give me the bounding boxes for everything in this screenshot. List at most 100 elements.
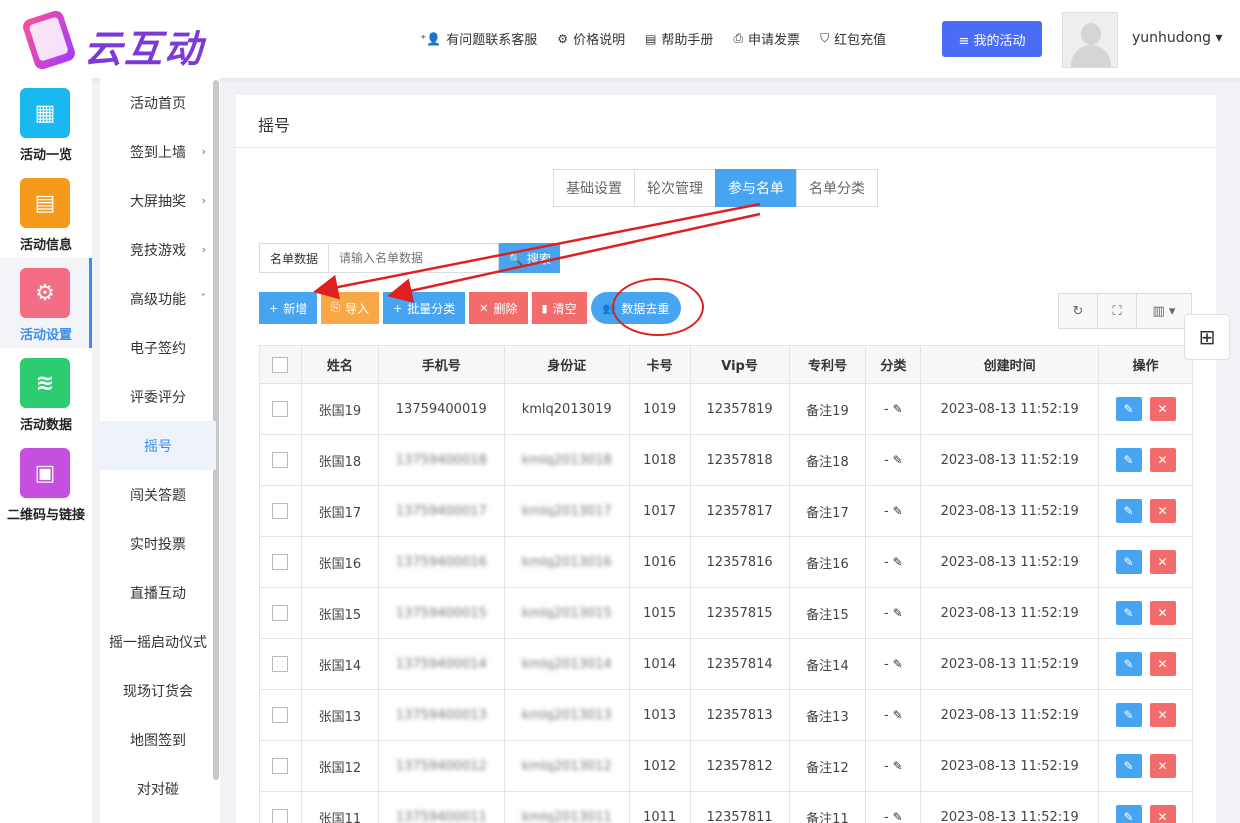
submenu-item[interactable]: 现场订货会 [100,666,216,715]
batch-classify-button[interactable]: + 批量分类 [383,292,466,324]
row-select-cell [259,536,302,588]
top-nav: ⁺👤 有问题联系客服 ⚙ 价格说明 ▤ 帮助手册 ⎙ 申请发票 ⛉ 红包充值 [420,29,906,48]
edit-row-button[interactable]: ✎ [1115,550,1142,574]
tab-item[interactable]: 轮次管理 [634,169,716,207]
pencil-icon[interactable]: ✎ [893,657,903,671]
id-card-cell-text: kmlq2013019 [521,401,612,417]
sidebar-item[interactable]: ▣ 二维码与链接 [0,438,92,528]
submenu-item[interactable]: 电子签约 [100,323,216,372]
row-checkbox[interactable] [272,656,289,672]
submenu-item[interactable]: 闯关答题 [100,470,216,519]
patent-number-cell-text: 备注18 [806,454,849,470]
submenu-item[interactable]: 实时投票 [100,519,216,568]
tab-item[interactable]: 基础设置 [553,169,635,207]
edit-row-button[interactable]: ✎ [1115,703,1142,727]
qr-code-float-icon[interactable]: ⊞ [1184,314,1230,360]
submenu-item[interactable]: 签到上墙 › [100,127,216,176]
import-button[interactable]: ⎘ 导入 [321,292,380,324]
submenu-item[interactable]: 摇号 [100,421,216,470]
edit-row-button[interactable]: ✎ [1115,805,1142,823]
row-checkbox[interactable] [272,707,289,723]
card-number-cell-text: 1018 [643,452,677,468]
submenu-item[interactable]: 直播互动 [100,568,216,617]
submenu-item[interactable]: 摇一摇启动仪式 [100,617,216,666]
pencil-icon[interactable]: ✎ [893,555,903,569]
row-checkbox[interactable] [272,554,289,570]
top-nav-item[interactable]: ▤ 帮助手册 [645,29,714,49]
edit-row-button[interactable]: ✎ [1115,601,1142,625]
row-checkbox[interactable] [272,758,289,774]
sidebar-item[interactable]: ▦ 活动一览 [0,78,92,168]
delete-row-button[interactable]: ✕ [1149,754,1176,778]
sidebar-item[interactable]: ≋ 活动数据 [0,348,92,438]
delete-row-button[interactable]: ✕ [1149,703,1176,727]
my-activity-button[interactable]: ≡ 我的活动 [942,21,1042,57]
patent-number-cell-text: 备注12 [806,760,849,776]
row-checkbox[interactable] [272,503,289,519]
avatar[interactable] [1062,12,1118,68]
top-nav-item[interactable]: ⁺👤 有问题联系客服 [420,29,537,49]
edit-row-button[interactable]: ✎ [1115,652,1142,676]
submenu-item[interactable]: 评委评分 [100,372,216,421]
category-cell: - ✎ [865,485,922,537]
patent-number-cell-text: 备注19 [806,403,849,419]
pencil-icon[interactable]: ✎ [893,402,903,416]
column-header: 卡号 [628,345,691,384]
delete-row-button[interactable]: ✕ [1149,397,1176,421]
top-nav-label: 帮助手册 [661,33,714,48]
username-dropdown[interactable]: yunhudong ▾ [1132,30,1222,46]
phone-cell-text: 13759400014 [395,656,487,672]
select-all-cell[interactable] [259,345,302,384]
pencil-icon[interactable]: ✎ [893,453,903,467]
add-button[interactable]: + 新增 [259,292,318,324]
sidebar-item[interactable]: ▤ 活动信息 [0,168,92,258]
pencil-icon[interactable]: ✎ [893,759,903,773]
edit-row-button[interactable]: ✎ [1115,499,1142,523]
submenu-item[interactable]: 竞技游戏 › [100,225,216,274]
pencil-icon[interactable]: ✎ [893,708,903,722]
sidebar-item[interactable]: ⚙ 活动设置 [0,258,92,348]
search-button[interactable]: 🔍 搜索 [499,243,561,273]
row-checkbox[interactable] [272,809,289,823]
pencil-icon[interactable]: ✎ [893,606,903,620]
delete-row-button[interactable]: ✕ [1149,601,1176,625]
tab-item[interactable]: 参与名单 [715,169,797,207]
action-label: 清空 [552,301,577,316]
edit-row-button[interactable]: ✎ [1115,397,1142,421]
submenu-item[interactable]: 高级功能 ˇ [100,274,216,323]
delete-button[interactable]: ✕ 删除 [469,292,528,324]
row-checkbox[interactable] [272,605,289,621]
search-input[interactable] [329,243,500,273]
submenu-item[interactable]: 对对碰 [100,764,216,813]
logo[interactable]: 云互动 [20,8,232,72]
fullscreen-icon[interactable]: ⛶ [1097,293,1137,329]
submenu-item[interactable]: 地图签到 [100,715,216,764]
table-toolbar: ↻ ⛶ ▥ ▾ [1058,293,1192,329]
pencil-icon[interactable]: ✎ [893,810,903,823]
phone-cell-text: 13759400012 [395,758,487,774]
card-number-cell-text: 1013 [643,707,677,723]
vip-number-cell-text: 12357814 [706,656,773,672]
clear-button[interactable]: ▮ 清空 [531,292,587,324]
refresh-icon[interactable]: ↻ [1058,293,1098,329]
delete-row-button[interactable]: ✕ [1149,652,1176,676]
delete-row-button[interactable]: ✕ [1149,499,1176,523]
select-all-checkbox[interactable] [272,356,289,373]
id-card-cell: kmlq2013017 [503,485,630,537]
top-nav-item[interactable]: ⚙ 价格说明 [557,29,625,49]
pencil-icon[interactable]: ✎ [893,504,903,518]
submenu-item[interactable]: 活动首页 [100,78,216,127]
delete-row-button[interactable]: ✕ [1149,448,1176,472]
edit-row-button[interactable]: ✎ [1115,448,1142,472]
tab-item[interactable]: 名单分类 [796,169,878,207]
annotation-circle [612,278,704,336]
row-checkbox[interactable] [272,452,289,468]
top-nav-item[interactable]: ⛉ 红包充值 [820,29,886,48]
submenu-item[interactable]: 大屏抽奖 › [100,176,216,225]
top-nav-item[interactable]: ⎙ 申请发票 [733,29,800,48]
delete-row-button[interactable]: ✕ [1149,805,1176,823]
created-time-cell: 2023-08-13 11:52:19 [920,689,1100,741]
delete-row-button[interactable]: ✕ [1149,550,1176,574]
edit-row-button[interactable]: ✎ [1115,754,1142,778]
row-checkbox[interactable] [272,401,289,417]
